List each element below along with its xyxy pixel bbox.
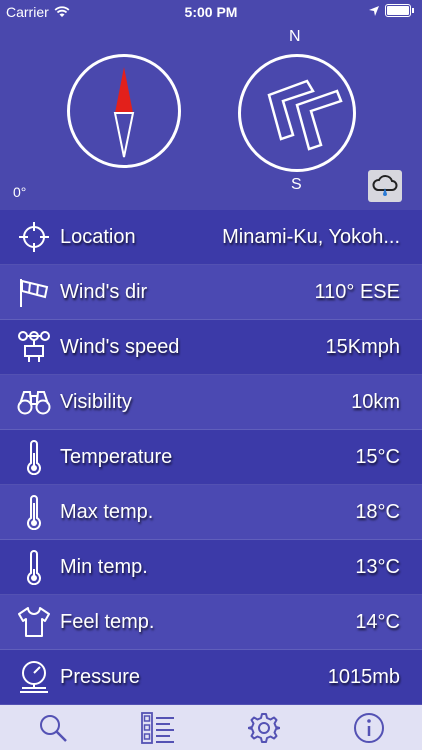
row-label: Wind's speed [60,335,180,358]
south-label: S [291,176,302,193]
list-item-location[interactable]: Location Minami-Ku, Yokoh... [0,210,422,265]
status-time: 5:00 PM [184,4,238,20]
tab-info[interactable] [347,708,391,748]
thermometer-icon [14,437,54,477]
row-value: 14°C [355,610,400,633]
search-icon [39,714,67,742]
row-value: 1015mb [327,665,400,688]
weather-button[interactable] [368,170,402,202]
north-label: N [289,28,301,45]
tab-list[interactable] [136,708,180,748]
row-label: Visibility [60,390,132,413]
crosshair-icon [14,217,54,257]
gear-icon [247,712,280,743]
binoculars-icon [14,382,54,422]
row-label: Pressure [60,665,141,688]
list-item-wind-dir[interactable]: Wind's dir 110° ESE [0,265,422,320]
wind-direction-dial [238,54,356,172]
row-value: 110° ESE [314,280,400,303]
list-item-feel-temp[interactable]: Feel temp. 14°C [0,595,422,650]
compass-dial [67,54,181,168]
row-value: Minami-Ku, Yokoh... [222,225,400,248]
row-label: Wind's dir [60,280,148,303]
list-item-temperature[interactable]: Temperature 15°C [0,430,422,485]
thermometer-icon [14,492,54,532]
tab-search[interactable] [31,708,75,748]
double-chevron-icon [267,79,343,151]
compass-needle-icon [113,67,135,158]
gauge-icon [14,657,54,697]
tab-bar [0,705,422,750]
row-value: 13°C [355,555,400,578]
list-item-max-temp[interactable]: Max temp. 18°C [0,485,422,540]
windsock-icon [14,272,54,312]
compass-area: N S 0° [0,24,422,210]
list-icon [141,711,175,744]
battery-icon [385,4,411,17]
status-right [369,4,414,17]
status-bar: Carrier 5:00 PM [0,0,422,24]
weather-info-list: Location Minami-Ku, Yokoh... Wind's dir … [0,210,422,705]
rain-cloud-icon [372,175,398,196]
row-value: 15Kmph [325,335,401,358]
heading-label: 0° [13,184,27,200]
row-label: Feel temp. [60,610,155,633]
tshirt-icon [14,602,54,642]
thermometer-icon [14,547,54,587]
row-value: 18°C [355,500,400,523]
info-icon [354,712,385,743]
list-item-min-temp[interactable]: Min temp. 13°C [0,540,422,595]
row-label: Max temp. [60,500,154,523]
row-label: Location [60,225,136,248]
tab-settings[interactable] [242,708,286,748]
list-item-wind-speed[interactable]: Wind's speed 15Kmph [0,320,422,375]
battery-tip [412,8,414,13]
row-label: Min temp. [60,555,148,578]
row-value: 10km [351,390,400,413]
anemometer-icon [14,327,54,367]
list-item-visibility[interactable]: Visibility 10km [0,375,422,430]
list-item-pressure[interactable]: Pressure 1015mb [0,650,422,705]
row-value: 15°C [355,445,400,468]
location-arrow-icon [369,5,379,16]
row-label: Temperature [60,445,173,468]
